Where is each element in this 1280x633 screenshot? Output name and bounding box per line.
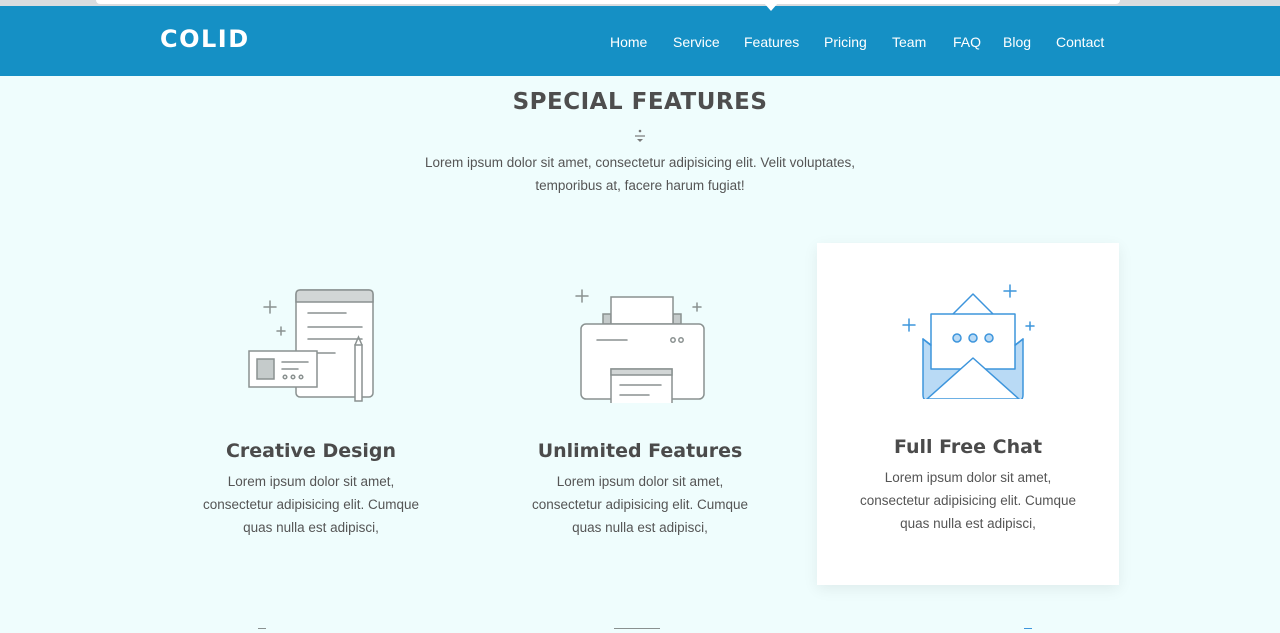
section-title: SPECIAL FEATURES	[512, 89, 768, 115]
printer-icon	[575, 289, 705, 403]
feature-card-unlimited-features[interactable]: Unlimited Features Lorem ipsum dolor sit…	[489, 243, 791, 585]
site-logo[interactable]: COLID	[160, 25, 250, 53]
feature-title: Full Free Chat	[893, 436, 1043, 458]
feature-description-line: Lorem ipsum dolor sit amet,	[884, 470, 1052, 485]
feature-description-line: Lorem ipsum dolor sit amet,	[227, 474, 395, 489]
section-description: Lorem ipsum dolor sit amet, consectetur …	[390, 151, 890, 197]
feature-description-line: consectetur adipisicing elit. Cumque	[531, 497, 749, 512]
nav-item-home[interactable]: Home	[610, 34, 647, 50]
nav-active-caret	[764, 3, 778, 11]
feature-description: Lorem ipsum dolor sit amet, consectetur …	[517, 470, 763, 539]
feature-card-creative-design[interactable]: Creative Design Lorem ipsum dolor sit am…	[160, 243, 462, 585]
feature-description-line: consectetur adipisicing elit. Cumque	[202, 497, 420, 512]
feature-description-line: quas nulla est adipisci,	[572, 520, 708, 535]
feature-description-line: quas nulla est adipisci,	[900, 516, 1036, 531]
browser-tab	[96, 0, 1120, 4]
nav-item-team[interactable]: Team	[892, 34, 926, 50]
nav-item-faq[interactable]: FAQ	[953, 34, 981, 50]
nav-item-service[interactable]: Service	[673, 34, 720, 50]
feature-title: Creative Design	[225, 440, 397, 462]
feature-title: Unlimited Features	[537, 440, 743, 462]
nav-item-contact[interactable]: Contact	[1056, 34, 1104, 50]
divider-icon	[635, 129, 645, 142]
section-description-line: temporibus at, facere harum fugiat!	[535, 178, 745, 193]
nav-item-pricing[interactable]: Pricing	[824, 34, 867, 50]
design-document-icon	[248, 289, 374, 402]
next-row-icon-peek	[1024, 628, 1032, 633]
feature-description-line: quas nulla est adipisci,	[243, 520, 379, 535]
next-row-icon-peek	[614, 628, 660, 633]
next-row-icon-peek	[258, 628, 266, 633]
feature-description: Lorem ipsum dolor sit amet, consectetur …	[188, 470, 434, 539]
feature-description: Lorem ipsum dolor sit amet, consectetur …	[845, 466, 1091, 535]
feature-card-full-free-chat[interactable]: Full Free Chat Lorem ipsum dolor sit ame…	[817, 243, 1119, 585]
section-description-line: Lorem ipsum dolor sit amet, consectetur …	[425, 155, 855, 170]
feature-description-line: consectetur adipisicing elit. Cumque	[859, 493, 1077, 508]
nav-item-blog[interactable]: Blog	[1003, 34, 1031, 50]
feature-description-line: Lorem ipsum dolor sit amet,	[556, 474, 724, 489]
chat-envelope-icon	[902, 284, 1035, 399]
nav-item-features[interactable]: Features	[744, 34, 799, 50]
